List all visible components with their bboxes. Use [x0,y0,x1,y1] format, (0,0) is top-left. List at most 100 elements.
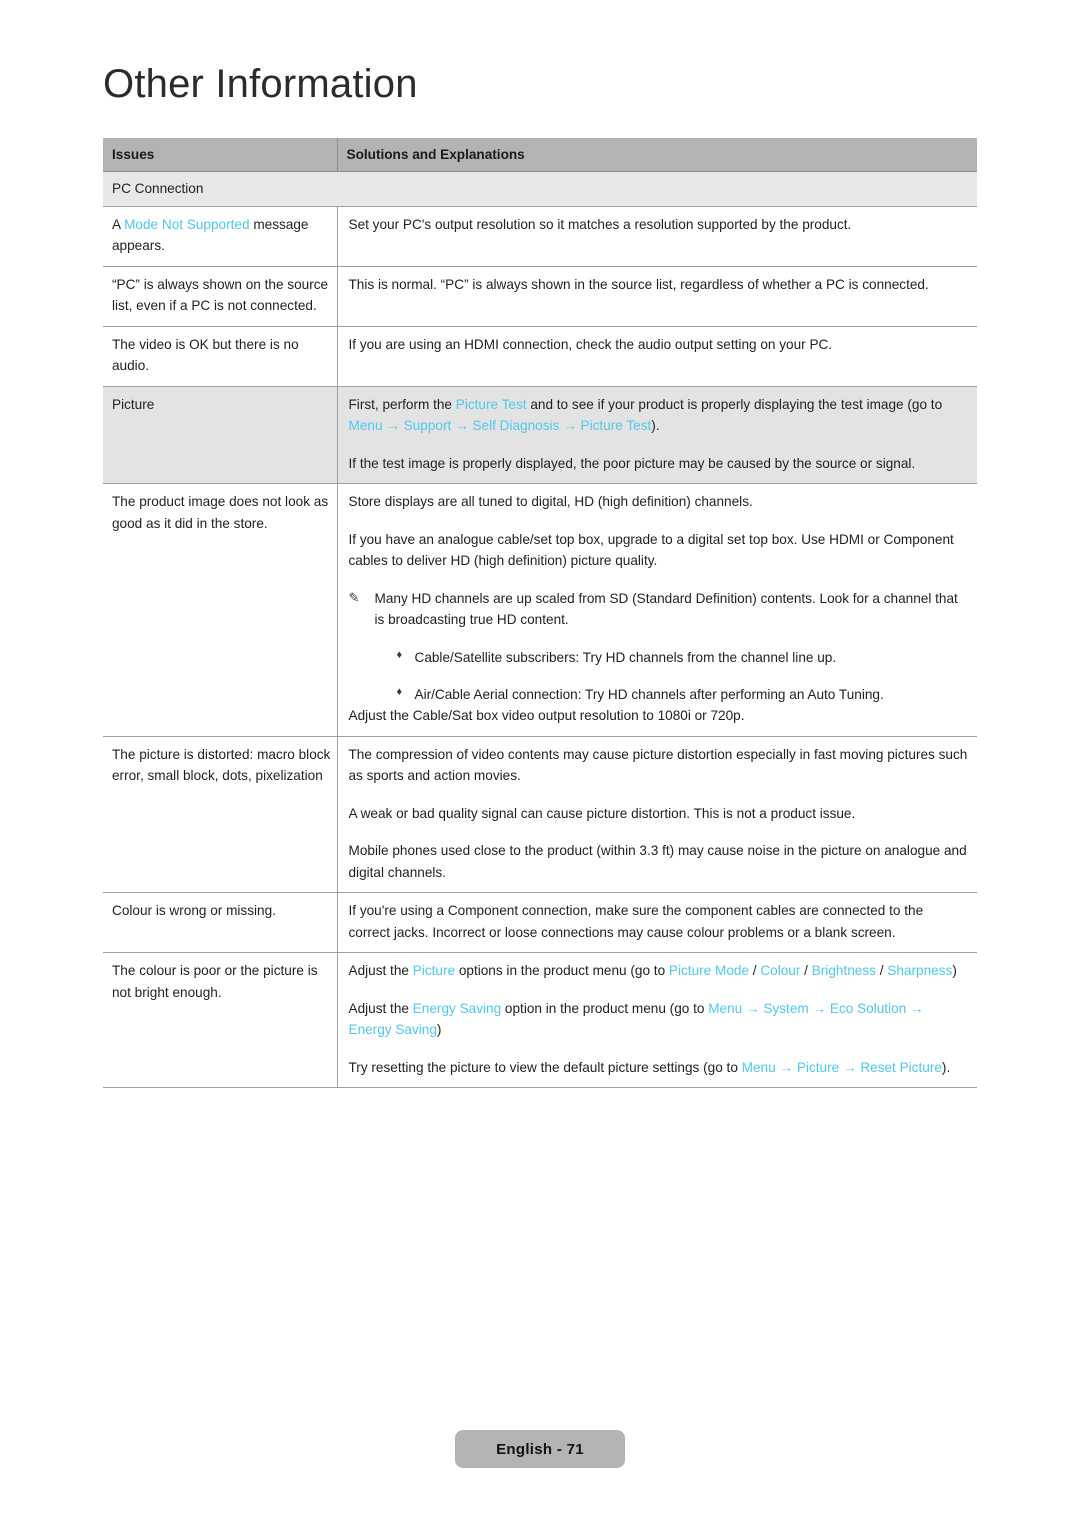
solution-cell: Set your PC's output resolution so it ma… [337,206,977,267]
issue-cell: The colour is poor or the picture is not… [103,952,338,1089]
table-section-row: PC Connection [103,171,977,207]
menu-term: Reset Picture [860,1059,942,1075]
table-header-row: Issues Solutions and Explanations [103,138,977,173]
menu-term: Eco Solution [829,1000,907,1016]
text-fragment: Adjust the [348,963,413,979]
text-fragment: ) [436,1022,442,1038]
menu-term: Menu [348,418,383,434]
separator: / [804,963,808,979]
solution-paragraph: Set your PC's output resolution so it ma… [348,216,852,232]
troubleshooting-table: Issues Solutions and Explanations PC Con… [103,138,977,1089]
table-row: The product image does not look as good … [103,483,977,737]
bullet-item: ♦ Cable/Satellite subscribers: Try HD ch… [349,647,969,668]
menu-term: Picture Mode [668,963,749,979]
diamond-bullet-icon: ♦ [396,685,403,698]
text-fragment: and to see if your product is properly d… [526,396,943,412]
bullet-text: Air/Cable Aerial connection: Try HD chan… [414,686,884,702]
menu-term: Energy Saving [412,1000,502,1016]
menu-term: Sharpness [887,963,953,979]
solution-paragraph: If you are using an HDMI connection, che… [348,336,833,352]
menu-term: Picture [412,963,456,979]
solution-cell: The compression of video contents may ca… [337,736,977,894]
text-fragment: First, perform the [348,396,456,412]
text-fragment: option in the product menu (go to [501,1000,709,1016]
manual-page: Other Information Issues Solutions and E… [0,0,1080,1519]
issue-cell: The product image does not look as good … [103,483,338,737]
solution-paragraph: If you have an analogue cable/set top bo… [348,531,954,569]
issue-accent-term: Mode Not Supported [124,216,250,232]
solution-paragraph: Adjust the Picture options in the produc… [349,960,969,981]
arrow-icon: → [563,418,577,434]
issue-cell: “PC” is always shown on the source list,… [103,266,338,327]
menu-term: Picture Test [455,396,527,412]
table-row: Picture First, perform the Picture Test … [103,386,977,485]
table-row: A Mode Not Supported message appears. Se… [103,206,977,267]
solution-cell: If you are using an HDMI connection, che… [337,326,977,387]
menu-term: Support [403,418,452,434]
arrow-icon: → [746,1000,760,1016]
arrow-icon: → [455,418,469,434]
page-number-label: English - 71 [496,1440,584,1458]
solution-paragraph: If the test image is properly displayed,… [348,455,916,471]
solution-paragraph: A weak or bad quality signal can cause p… [348,805,856,821]
solution-paragraph: Adjust the Cable/Sat box video output re… [348,708,745,724]
table-row: Colour is wrong or missing. If you're us… [103,892,977,954]
menu-term: Self Diagnosis [472,418,560,434]
menu-term: Picture [796,1059,840,1075]
issue-cell: Picture [103,386,338,485]
separator: / [752,963,757,979]
solution-cell: If you're using a Component connection, … [337,892,977,954]
menu-term: Menu [708,1000,743,1016]
solution-paragraph: Store displays are all tuned to digital,… [348,494,753,510]
note-block: ✎ Many HD channels are up scaled from SD… [349,588,969,631]
solution-paragraph: Adjust the Energy Saving option in the p… [349,998,969,1041]
solution-paragraph: Mobile phones used close to the product … [348,843,967,880]
issue-cell: Colour is wrong or missing. [103,892,338,954]
menu-term: System [763,1000,809,1016]
column-header-issues: Issues [103,138,338,173]
arrow-icon: → [779,1059,794,1075]
solution-paragraph: The compression of video contents may ca… [348,746,968,784]
solution-paragraph: This is normal. “PC” is always shown in … [348,276,929,292]
text-fragment: ) [952,963,957,979]
text-fragment: ). [941,1059,951,1075]
menu-term: Brightness [811,963,876,979]
bullet-text: Cable/Satellite subscribers: Try HD chan… [414,649,837,665]
menu-term: Picture Test [580,418,652,434]
menu-term: Menu [741,1059,776,1075]
solution-cell: Store displays are all tuned to digital,… [337,483,977,737]
issue-cell: A Mode Not Supported message appears. [103,206,338,267]
arrow-icon: → [386,418,400,434]
menu-term: Energy Saving [348,1022,437,1038]
arrow-icon: → [812,1000,827,1016]
table-row: The picture is distorted: macro block er… [103,736,977,894]
bullet-item: ♦ Air/Cable Aerial connection: Try HD ch… [349,684,969,705]
solution-paragraph: If you're using a Component connection, … [348,903,924,940]
column-header-solutions: Solutions and Explanations [337,138,977,173]
separator: / [879,963,884,979]
text-fragment: options in the product menu (go to [455,963,669,979]
text-fragment: Try resetting the picture to view the de… [348,1059,742,1075]
text-fragment: ). [651,418,660,434]
issue-cell: The picture is distorted: macro block er… [103,736,338,894]
menu-term: Colour [760,963,801,979]
solution-paragraph: Try resetting the picture to view the de… [349,1057,969,1078]
section-label: PC Connection [103,171,977,207]
table-row: The colour is poor or the picture is not… [103,952,977,1089]
solution-cell: First, perform the Picture Test and to s… [337,386,977,485]
arrow-icon: → [842,1059,857,1075]
page-title: Other Information [103,62,418,106]
pencil-note-icon: ✎ [348,589,360,605]
text-fragment: Adjust the [348,1000,413,1016]
table-row: “PC” is always shown on the source list,… [103,266,977,327]
solution-paragraph: First, perform the Picture Test and to s… [349,394,969,437]
issue-text-prefix: A [112,216,125,232]
table-row: The video is OK but there is no audio. I… [103,326,977,387]
page-number-badge: English - 71 [455,1430,625,1468]
note-text: Many HD channels are up scaled from SD (… [374,590,958,628]
arrow-icon: → [909,1000,924,1016]
issue-cell: The video is OK but there is no audio. [103,326,338,387]
diamond-bullet-icon: ♦ [396,648,403,661]
solution-cell: This is normal. “PC” is always shown in … [337,266,977,327]
solution-cell: Adjust the Picture options in the produc… [337,952,977,1089]
